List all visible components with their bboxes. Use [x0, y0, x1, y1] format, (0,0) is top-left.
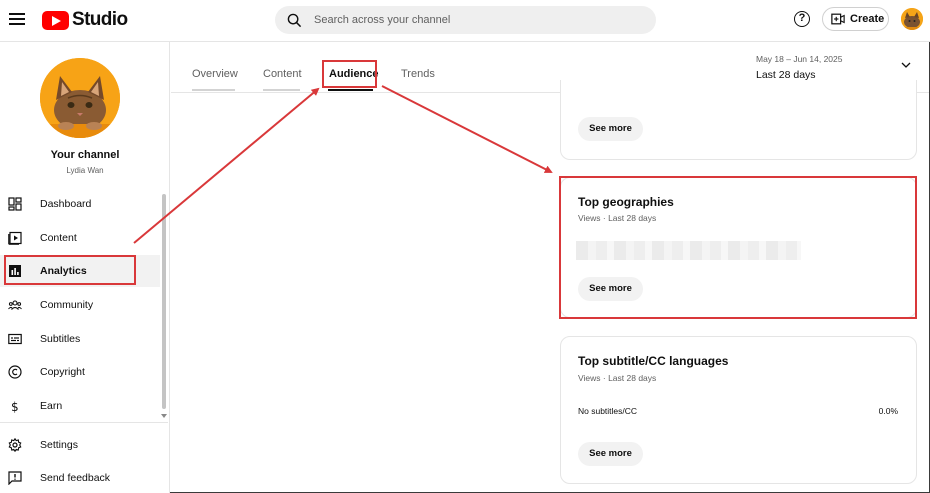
- see-more-button[interactable]: See more: [578, 117, 643, 141]
- sidebar-divider: [0, 422, 168, 423]
- date-range-dates: May 18 – Jun 14, 2025: [756, 54, 843, 64]
- search-bar[interactable]: [275, 6, 656, 34]
- create-video-icon: [831, 13, 845, 25]
- sidebar-item-label: Earn: [40, 400, 63, 412]
- card-title: Top subtitle/CC languages: [578, 354, 729, 368]
- channel-name: Lydia Wan: [66, 166, 104, 175]
- sidebar-item-content[interactable]: Content: [0, 222, 160, 254]
- chevron-down-icon: [901, 62, 911, 68]
- scroll-down-arrow-icon[interactable]: [161, 414, 167, 418]
- cat-avatar-icon: [901, 8, 923, 30]
- channel-avatar[interactable]: [40, 58, 120, 138]
- create-label: Create: [850, 13, 885, 25]
- sidebar-item-copyright[interactable]: Copyright: [0, 356, 160, 388]
- tab-overview-underline: [192, 89, 235, 91]
- sidebar-item-analytics[interactable]: Analytics: [0, 255, 160, 287]
- feedback-icon: [8, 471, 22, 485]
- sidebar-item-label: Dashboard: [40, 198, 92, 210]
- studio-logo[interactable]: Studio: [42, 9, 128, 31]
- menu-icon[interactable]: [9, 11, 25, 27]
- sidebar-scrollbar[interactable]: [162, 194, 166, 409]
- sidebar-item-community[interactable]: Community: [0, 289, 160, 321]
- language-row: No subtitles/CC 0.0%: [578, 406, 898, 416]
- top-bar: Studio ? Create: [0, 0, 930, 42]
- card-subtitle: Views · Last 28 days: [578, 213, 657, 223]
- sidebar-item-label: Subtitles: [40, 333, 81, 345]
- tab-content-underline: [263, 89, 300, 91]
- create-button[interactable]: Create: [822, 7, 889, 31]
- top-subtitle-languages-card: Top subtitle/CC languages Views · Last 2…: [560, 336, 917, 484]
- your-channel-label: Your channel: [50, 149, 120, 161]
- tab-audience[interactable]: Audience: [329, 68, 379, 80]
- copyright-icon: [8, 365, 22, 379]
- tab-overview[interactable]: Overview: [192, 68, 238, 80]
- top-geographies-card: Top geographies Views · Last 28 days See…: [560, 177, 917, 318]
- card-subtitle: Views · Last 28 days: [578, 373, 657, 383]
- account-avatar[interactable]: [901, 8, 923, 30]
- content-icon: [8, 231, 22, 245]
- sidebar-item-dashboard[interactable]: Dashboard: [0, 188, 160, 220]
- see-more-button[interactable]: See more: [578, 442, 643, 466]
- tab-content[interactable]: Content: [263, 68, 302, 80]
- sidebar-item-label: Copyright: [40, 366, 85, 378]
- community-icon: [8, 300, 22, 310]
- dashboard-icon: [8, 197, 22, 211]
- sidebar-item-label: Content: [40, 232, 77, 244]
- sidebar-item-send-feedback[interactable]: Send feedback: [0, 462, 160, 493]
- youtube-play-icon: [42, 10, 69, 30]
- see-more-button[interactable]: See more: [578, 277, 643, 301]
- sidebar-item-label: Analytics: [40, 265, 87, 277]
- language-label: No subtitles/CC: [578, 406, 638, 416]
- help-icon[interactable]: ?: [794, 11, 810, 27]
- sidebar-item-settings[interactable]: Settings: [0, 429, 160, 461]
- tab-audience-underline: [328, 89, 373, 91]
- settings-icon: [8, 438, 22, 452]
- search-input[interactable]: [314, 14, 634, 26]
- previous-card: See more: [560, 80, 917, 160]
- search-icon: [287, 13, 302, 27]
- tab-trends[interactable]: Trends: [401, 68, 435, 80]
- logo-text: Studio: [72, 9, 128, 30]
- language-percentage: 0.0%: [878, 406, 898, 416]
- sidebar: Your channel Lydia Wan Dashboard Content…: [0, 42, 170, 493]
- sidebar-item-label: Send feedback: [40, 472, 111, 484]
- sidebar-item-subtitles[interactable]: Subtitles: [0, 323, 160, 355]
- earn-icon: $: [11, 400, 19, 413]
- sidebar-item-label: Settings: [40, 439, 78, 451]
- blurred-geography-data: [576, 241, 801, 260]
- sidebar-item-label: Community: [40, 299, 94, 311]
- sidebar-item-earn[interactable]: $ Earn: [0, 390, 160, 422]
- subtitles-icon: [8, 333, 22, 345]
- analytics-icon: [9, 265, 21, 277]
- cat-avatar-icon: [40, 58, 120, 138]
- svg-text:$: $: [11, 400, 19, 413]
- card-title: Top geographies: [578, 195, 674, 209]
